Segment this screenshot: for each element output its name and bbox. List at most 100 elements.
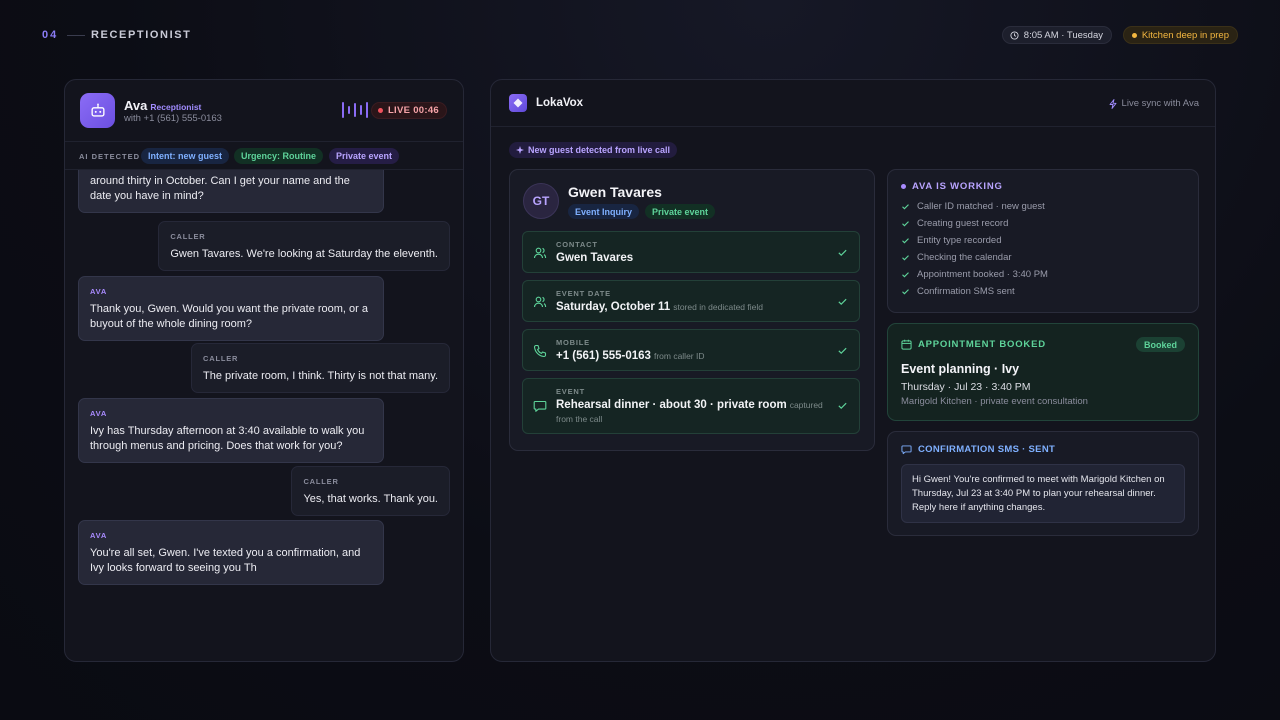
chat-message-ava: AVA You're all set, Gwen. I've texted yo… xyxy=(78,520,384,585)
check-icon xyxy=(902,238,909,244)
live-timer: LIVE 00:46 xyxy=(387,105,439,116)
appointment-title: APPOINTMENT BOOKED xyxy=(901,339,1046,350)
section-divider xyxy=(67,35,85,36)
lokavox-logo xyxy=(509,94,527,112)
users-icon xyxy=(533,296,547,308)
step-text: Appointment booked · 3:40 PM xyxy=(917,269,1048,280)
appointment-time: Thursday · Jul 23 · 3:40 PM xyxy=(901,381,1031,393)
working-step: Creating guest record xyxy=(901,218,1008,229)
speaker-label: AVA xyxy=(90,287,108,296)
field-note: from caller ID xyxy=(653,351,705,361)
message-text: You're all set, Gwen. I've texted you a … xyxy=(90,547,361,574)
step-text: Checking the calendar xyxy=(917,252,1012,263)
live-badge: LIVE 00:46 xyxy=(370,102,447,119)
call-header: Ava Receptionist with +1 (561) 555-0163 L… xyxy=(65,80,463,142)
chat-message-ava: AVA Thank you, Gwen. Would you want the … xyxy=(78,276,384,341)
crm-header: LokaVox Live sync with Ava xyxy=(491,80,1215,127)
event-inquiry-tag: Event Inquiry xyxy=(568,204,640,219)
live-sync-text: Live sync with Ava xyxy=(1121,98,1199,109)
agent-name-text: Ava xyxy=(124,98,148,113)
kitchen-status-text: Kitchen deep in prep xyxy=(1141,29,1229,41)
chat-message-ava: AVA Ivy has Thursday afternoon at 3:40 a… xyxy=(78,398,384,463)
call-panel: Ava Receptionist with +1 (561) 555-0163 L… xyxy=(64,79,464,662)
guest-name: Gwen Tavares xyxy=(568,184,662,200)
message-text: Yes, that works. Thank you. xyxy=(303,493,438,505)
message-icon xyxy=(901,445,912,455)
mobile-field[interactable]: MOBILE +1 (561) 555-0163 from caller ID xyxy=(522,329,860,371)
check-icon xyxy=(838,402,847,410)
chat-message-caller: CALLER The private room, I think. Thirty… xyxy=(191,343,450,393)
check-icon xyxy=(902,204,909,210)
working-title: AVA IS WORKING xyxy=(901,181,1003,192)
field-value: Saturday, October 11 stored in dedicated … xyxy=(556,301,763,313)
field-value: Rehearsal dinner · about 30 · private ro… xyxy=(556,399,823,411)
message-text: Ivy has Thursday afternoon at 3:40 avail… xyxy=(90,425,365,452)
appointment-location: Marigold Kitchen · private event consult… xyxy=(901,396,1088,407)
speaker-label: CALLER xyxy=(170,232,206,241)
intent-tag: Intent: new guest xyxy=(141,148,229,164)
brand-name: LokaVox xyxy=(536,97,584,109)
contact-field[interactable]: CONTACT Gwen Tavares xyxy=(522,231,860,273)
field-value-text: Rehearsal dinner · about 30 · private ro… xyxy=(556,399,787,411)
users-icon xyxy=(533,247,547,259)
step-text: Caller ID matched · new guest xyxy=(917,201,1045,212)
step-text: Entity type recorded xyxy=(917,235,1002,246)
field-note: stored in dedicated field xyxy=(673,302,763,312)
field-note: captured xyxy=(789,400,823,410)
field-label: CONTACT xyxy=(556,240,598,249)
working-title-text: AVA IS WORKING xyxy=(912,181,1003,192)
message-text: around thirty in October. Can I get your… xyxy=(90,175,350,202)
event-date-field[interactable]: EVENT DATE Saturday, October 11 stored in… xyxy=(522,280,860,322)
check-icon xyxy=(902,289,909,295)
message-text: Thank you, Gwen. Would you want the priv… xyxy=(90,303,368,330)
speaker-label: CALLER xyxy=(303,477,339,486)
field-label: EVENT xyxy=(556,387,586,396)
event-field[interactable]: EVENT Rehearsal dinner · about 30 · priv… xyxy=(522,378,860,434)
sms-message-body: Hi Gwen! You're confirmed to meet with M… xyxy=(901,464,1185,523)
urgency-tag: Urgency: Routine xyxy=(234,148,324,164)
sms-title-text: CONFIRMATION SMS · SENT xyxy=(918,444,1056,455)
appointment-card[interactable]: APPOINTMENT BOOKED Booked Event planning… xyxy=(887,323,1199,421)
phone-icon xyxy=(533,344,547,358)
message-text: Gwen Tavares. We're looking at Saturday … xyxy=(170,248,438,260)
sparkle-icon xyxy=(516,146,524,154)
working-step: Caller ID matched · new guest xyxy=(901,201,1045,212)
check-icon xyxy=(838,249,847,257)
check-icon xyxy=(838,298,847,306)
robot-icon xyxy=(90,102,105,117)
clock-icon xyxy=(1010,30,1019,40)
section-title: RECEPTIONIST xyxy=(91,29,192,41)
chat-message-caller: CALLER Gwen Tavares. We're looking at Sa… xyxy=(158,221,450,271)
ai-detected-bar: AI DETECTED Intent: new guest Urgency: R… xyxy=(65,142,463,170)
appointment-name: Event planning · Ivy xyxy=(901,362,1020,376)
guest-avatar: GT xyxy=(523,183,559,219)
field-value: Gwen Tavares xyxy=(556,252,634,264)
field-label: EVENT DATE xyxy=(556,289,611,298)
working-step: Entity type recorded xyxy=(901,235,1002,246)
step-text: Confirmation SMS sent xyxy=(917,286,1015,297)
message-icon xyxy=(533,400,547,412)
chat-transcript[interactable]: around thirty in October. Can I get your… xyxy=(65,170,463,661)
new-guest-badge: New guest detected from live call xyxy=(509,142,678,158)
status-dot-icon xyxy=(901,184,906,189)
agent-name: Ava Receptionist xyxy=(124,98,201,113)
sms-confirmation-card[interactable]: CONFIRMATION SMS · SENT Hi Gwen! You're … xyxy=(887,431,1199,536)
field-label: MOBILE xyxy=(556,338,590,347)
speaker-label: AVA xyxy=(90,531,108,540)
waveform-icon xyxy=(342,102,368,118)
time-text: 8:05 AM · Tuesday xyxy=(1023,29,1103,41)
speaker-label: AVA xyxy=(90,409,108,418)
working-step: Checking the calendar xyxy=(901,252,1012,263)
step-text: Creating guest record xyxy=(917,218,1009,229)
live-sync-indicator: Live sync with Ava xyxy=(1108,98,1199,109)
check-icon xyxy=(902,221,909,227)
guest-record-card[interactable]: GT Gwen Tavares Event Inquiry Private ev… xyxy=(509,169,875,451)
working-step: Confirmation SMS sent xyxy=(901,286,1015,297)
private-event-tag: Private event xyxy=(645,204,716,219)
working-step: Appointment booked · 3:40 PM xyxy=(901,269,1048,280)
top-bar: 04 RECEPTIONIST 8:05 AM · Tuesday Kitche… xyxy=(42,26,1238,44)
new-guest-text: New guest detected from live call xyxy=(528,145,671,155)
ai-detected-label: AI DETECTED xyxy=(79,152,141,161)
field-note-continued: from the call xyxy=(556,414,603,424)
calendar-icon xyxy=(901,339,912,350)
